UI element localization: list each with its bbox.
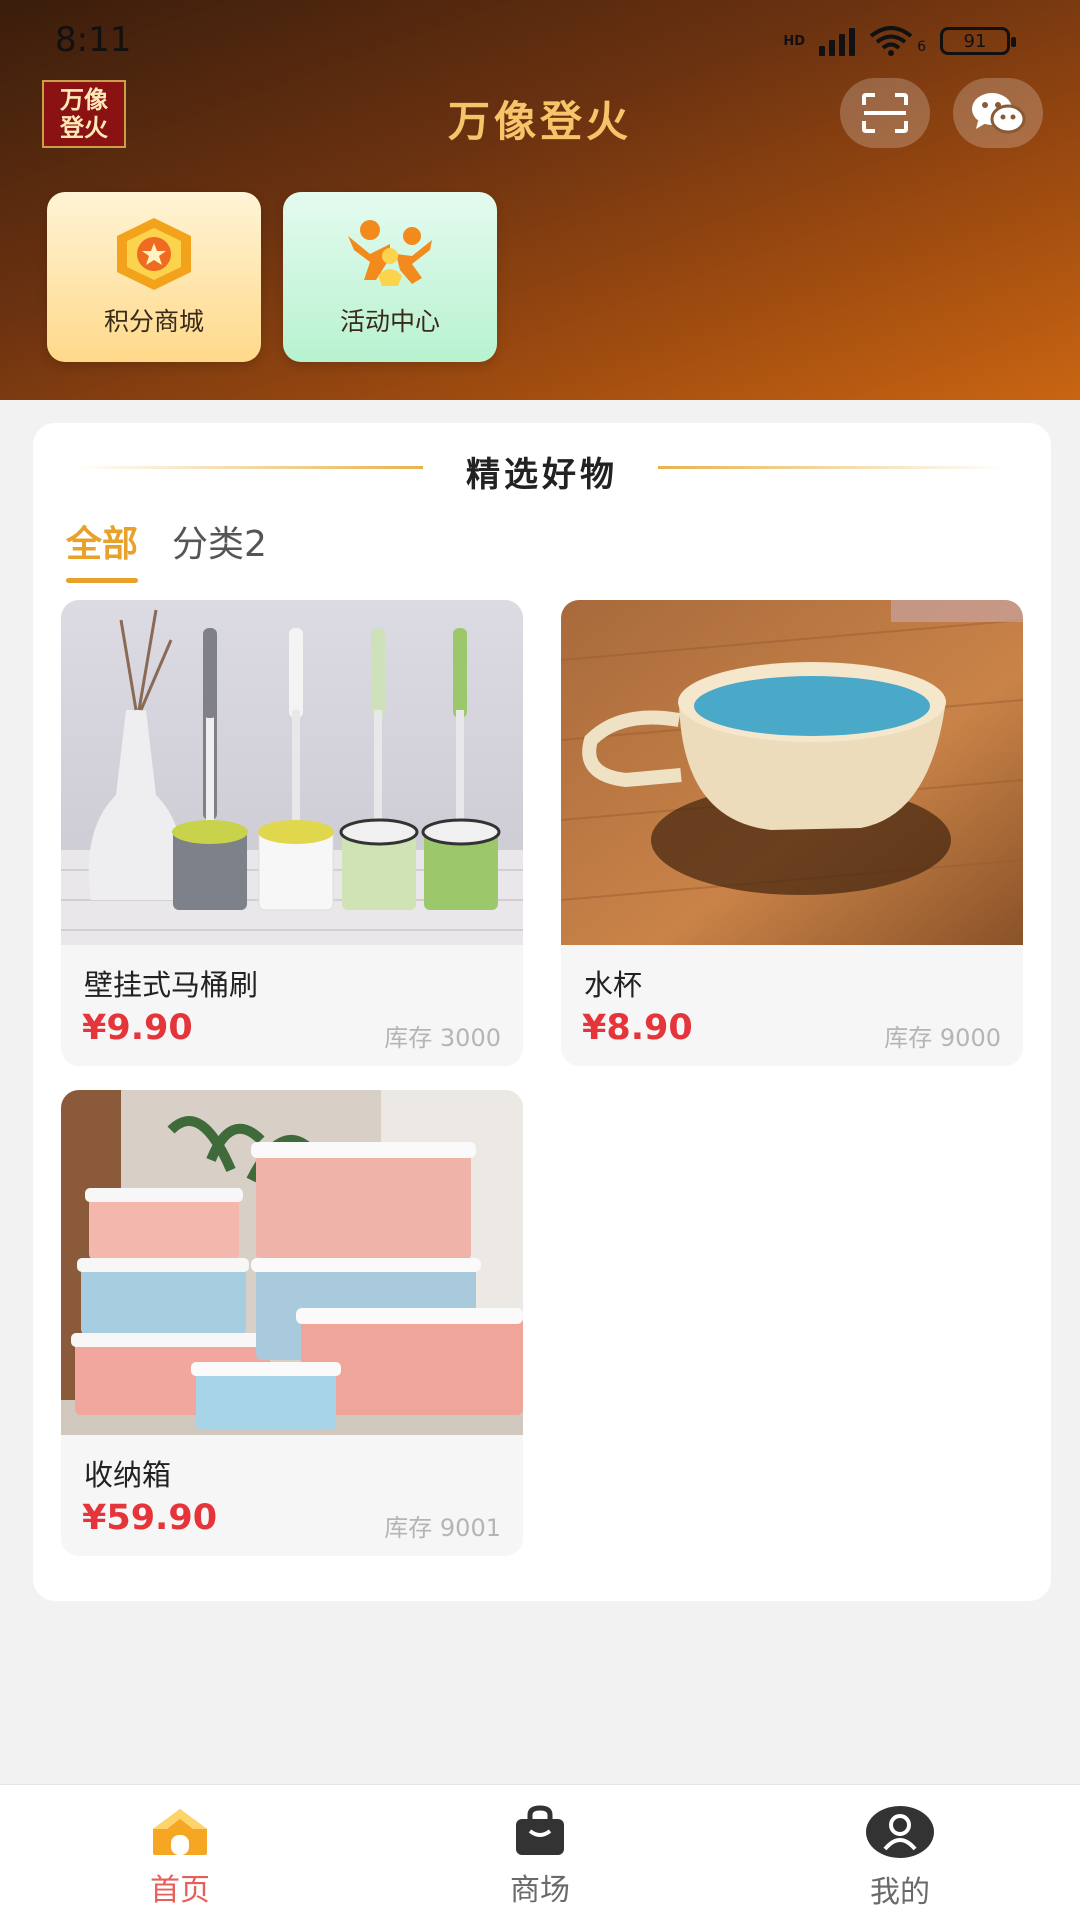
featured-goods-card: 精选好物 全部 分类2 壁挂式马桶刷 ¥9.90 库存 3000 水杯 ¥8.9… [33,423,1051,1601]
status-bar: 8:11 HD 6 91 [0,0,1080,80]
shopping-bag-icon [516,1805,564,1855]
product-name: 收纳箱 [84,1458,172,1492]
signal-icon [819,26,856,56]
wifi-6-label: 6 [917,39,926,55]
home-icon [153,1809,207,1855]
storage-box-photo [61,1090,523,1435]
status-time: 8:11 [55,20,132,60]
product-price: ¥8.90 [582,1008,693,1048]
points-medal-icon [117,218,191,290]
activity-center-label: 活动中心 [339,307,440,336]
tab-mall[interactable]: 商场 [360,1785,720,1920]
section-title: 精选好物 [466,455,618,495]
tab-mine-label: 我的 [870,1875,930,1910]
header-banner: 8:11 HD 6 91 万像 登火 万像登火 积分商城 活动中心 [0,0,1080,400]
activity-center-entry[interactable]: 活动中心 [283,192,497,362]
product-stock: 库存 9001 [384,1514,501,1542]
tab-mall-label: 商场 [510,1873,570,1908]
hd-label: HD [783,33,806,49]
product-stock: 库存 3000 [384,1024,501,1052]
battery-icon: 91 [940,27,1016,55]
battery-level: 91 [963,30,987,52]
activity-people-icon [348,220,432,286]
category-tabs: 全部 分类2 [66,515,267,583]
product-name: 壁挂式马桶刷 [84,968,259,1002]
wechat-icon [972,93,1026,134]
points-mall-entry[interactable]: 积分商城 [47,192,261,362]
user-icon [866,1806,934,1858]
product-card[interactable]: 壁挂式马桶刷 ¥9.90 库存 3000 [61,600,523,1066]
tab-home[interactable]: 首页 [0,1785,360,1920]
scan-icon [862,93,908,133]
wifi-icon [869,26,913,56]
status-icons: HD 6 91 [783,26,1016,56]
wechat-button[interactable] [953,78,1043,148]
cup-photo [561,600,1023,945]
tab-mine[interactable]: 我的 [720,1785,1080,1920]
product-price: ¥9.90 [82,1008,193,1048]
scan-button[interactable] [840,78,930,148]
product-price: ¥59.90 [82,1498,218,1538]
tab-all[interactable]: 全部 [66,515,139,583]
product-card[interactable]: 收纳箱 ¥59.90 库存 9001 [61,1090,523,1556]
toilet-brush-photo [61,600,523,945]
product-card[interactable]: 水杯 ¥8.90 库存 9000 [561,600,1023,1066]
bottom-tabbar: 首页 商场 我的 [0,1784,1080,1920]
product-stock: 库存 9000 [884,1024,1001,1052]
product-name: 水杯 [584,968,643,1002]
points-mall-label: 积分商城 [103,307,204,336]
tab-home-label: 首页 [150,1873,210,1908]
tab-category-2[interactable]: 分类2 [172,515,267,583]
